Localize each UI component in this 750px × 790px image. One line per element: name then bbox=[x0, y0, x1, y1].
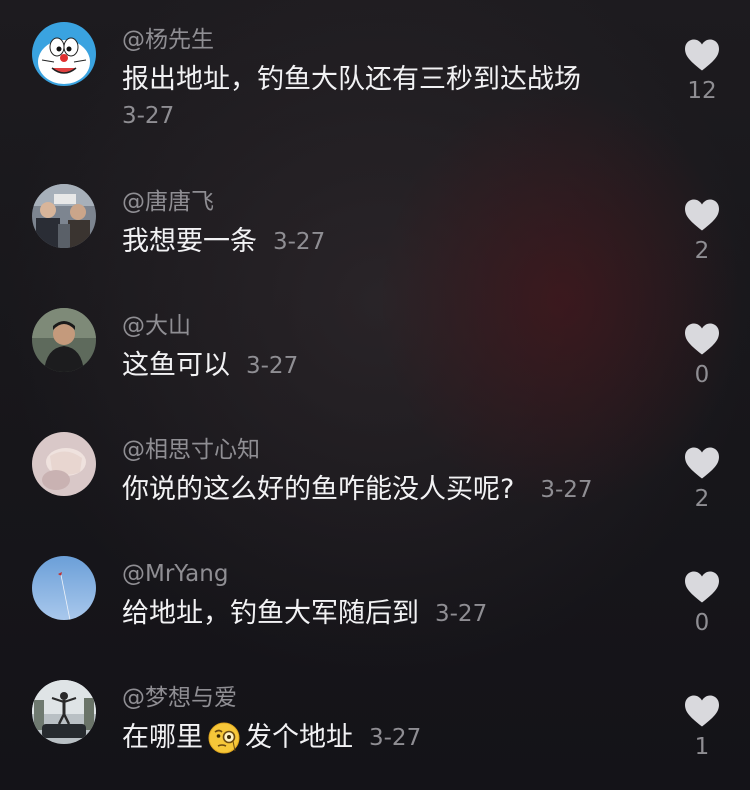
heart-icon bbox=[685, 447, 719, 479]
monocle-face-emoji-icon bbox=[207, 721, 241, 755]
comment-text-body: 给地址，钓鱼大军随后到 bbox=[122, 598, 419, 629]
comment-text: 报出地址，钓鱼大队还有三秒到达战场 bbox=[122, 63, 581, 97]
person-on-car-avatar-icon[interactable] bbox=[32, 680, 96, 744]
comment-date: 3-27 bbox=[122, 103, 175, 129]
comment-date: 3-27 bbox=[369, 725, 422, 751]
comment-username[interactable]: @梦想与爱 bbox=[122, 684, 237, 712]
hand-photo-avatar-icon[interactable] bbox=[32, 432, 96, 496]
like-button[interactable]: 2 bbox=[676, 198, 728, 264]
comment-username[interactable]: @唐唐飞 bbox=[122, 188, 214, 216]
like-count: 0 bbox=[694, 610, 710, 636]
comment-list: @杨先生 报出地址，钓鱼大队还有三秒到达战场 3-27 12 @唐唐飞 我想要一… bbox=[0, 0, 750, 790]
people-photo-avatar-icon[interactable] bbox=[32, 184, 96, 248]
comment-text-after-emoji: 发个地址 bbox=[245, 722, 353, 753]
comment-username[interactable]: @MrYang bbox=[122, 560, 228, 588]
comment-username[interactable]: @相思寸心知 bbox=[122, 436, 260, 464]
comment-date: 3-27 bbox=[273, 229, 326, 255]
heart-icon bbox=[685, 571, 719, 603]
like-count: 12 bbox=[687, 78, 717, 104]
like-count: 2 bbox=[694, 238, 710, 264]
heart-icon bbox=[685, 695, 719, 727]
comment-text-body: 你说的这么好的鱼咋能没人买呢? bbox=[122, 474, 515, 505]
heart-icon bbox=[685, 39, 719, 71]
man-portrait-avatar-icon[interactable] bbox=[32, 308, 96, 372]
like-button[interactable]: 12 bbox=[676, 38, 728, 104]
comment-date: 3-27 bbox=[540, 477, 593, 503]
comment-item[interactable]: @唐唐飞 我想要一条 3-27 2 bbox=[0, 166, 750, 290]
comment-text: 我想要一条 3-27 bbox=[122, 225, 325, 259]
comment-text: 给地址，钓鱼大军随后到 3-27 bbox=[122, 597, 487, 631]
comment-text-body: 报出地址，钓鱼大队还有三秒到达战场 bbox=[122, 64, 581, 95]
comment-username[interactable]: @杨先生 bbox=[122, 26, 214, 54]
comment-item[interactable]: @梦想与爱 在哪里 发个地址 3-27 1 bbox=[0, 662, 750, 786]
comment-text: 在哪里 发个地址 3-27 bbox=[122, 721, 421, 755]
like-button[interactable]: 0 bbox=[676, 570, 728, 636]
doraemon-avatar-icon[interactable] bbox=[32, 22, 96, 86]
heart-icon bbox=[685, 323, 719, 355]
comment-item[interactable]: @相思寸心知 你说的这么好的鱼咋能没人买呢? 3-27 2 bbox=[0, 414, 750, 538]
heart-icon bbox=[685, 199, 719, 231]
comment-text: 这鱼可以 3-27 bbox=[122, 349, 298, 383]
like-button[interactable]: 1 bbox=[676, 694, 728, 760]
comment-item[interactable]: @大山 这鱼可以 3-27 0 bbox=[0, 290, 750, 414]
like-count: 1 bbox=[694, 734, 710, 760]
comment-text-before-emoji: 在哪里 bbox=[122, 722, 203, 753]
comment-item[interactable]: @杨先生 报出地址，钓鱼大队还有三秒到达战场 3-27 12 bbox=[0, 0, 750, 129]
comment-date: 3-27 bbox=[246, 353, 299, 379]
like-button[interactable]: 0 bbox=[676, 322, 728, 388]
comment-username[interactable]: @大山 bbox=[122, 312, 191, 340]
comment-date: 3-27 bbox=[435, 601, 488, 627]
comment-item[interactable]: @MrYang 给地址，钓鱼大军随后到 3-27 0 bbox=[0, 538, 750, 662]
like-count: 2 bbox=[694, 486, 710, 512]
comment-text: 你说的这么好的鱼咋能没人买呢? 3-27 bbox=[122, 473, 593, 507]
like-count: 0 bbox=[694, 362, 710, 388]
blue-sky-avatar-icon[interactable] bbox=[32, 556, 96, 620]
comment-text-body: 这鱼可以 bbox=[122, 350, 230, 381]
like-button[interactable]: 2 bbox=[676, 446, 728, 512]
comment-text-body: 我想要一条 bbox=[122, 226, 257, 257]
